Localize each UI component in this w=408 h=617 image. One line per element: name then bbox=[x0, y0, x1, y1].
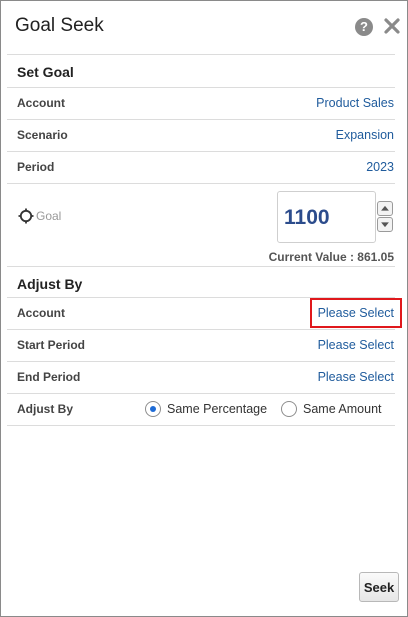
seek-button[interactable]: Seek bbox=[359, 572, 399, 602]
radio-selected-dot bbox=[150, 406, 156, 412]
divider bbox=[7, 266, 395, 267]
same-amount-radio[interactable] bbox=[281, 401, 297, 417]
divider bbox=[7, 183, 395, 184]
divider bbox=[7, 119, 395, 120]
goal-value: 1100 bbox=[284, 206, 330, 229]
divider bbox=[7, 361, 395, 362]
help-icon[interactable]: ? bbox=[355, 18, 373, 36]
end-period-select[interactable]: Please Select bbox=[318, 370, 394, 384]
current-value: Current Value : 861.05 bbox=[268, 250, 394, 264]
set-goal-account-value[interactable]: Product Sales bbox=[316, 96, 394, 110]
scenario-value[interactable]: Expansion bbox=[336, 128, 394, 142]
goal-seek-dialog: Goal Seek ? Set Goal Account Product Sal… bbox=[0, 0, 408, 617]
set-goal-heading: Set Goal bbox=[17, 64, 74, 80]
set-goal-account-label: Account bbox=[17, 96, 65, 110]
goal-label: Goal bbox=[36, 209, 62, 223]
same-percentage-radio[interactable] bbox=[145, 401, 161, 417]
divider bbox=[7, 329, 395, 330]
scenario-label: Scenario bbox=[17, 128, 68, 142]
adjust-account-select[interactable]: Please Select bbox=[318, 306, 394, 320]
decrement-button[interactable] bbox=[377, 217, 393, 232]
goal-input[interactable]: 1100 bbox=[277, 191, 376, 243]
period-value[interactable]: 2023 bbox=[366, 160, 394, 174]
divider bbox=[7, 151, 395, 152]
start-period-label: Start Period bbox=[17, 338, 86, 352]
divider bbox=[7, 54, 395, 55]
increment-button[interactable] bbox=[377, 201, 393, 216]
same-percentage-label[interactable]: Same Percentage bbox=[167, 402, 267, 416]
start-period-select[interactable]: Please Select bbox=[318, 338, 394, 352]
adjust-by-heading: Adjust By bbox=[17, 276, 83, 292]
divider bbox=[7, 425, 395, 426]
same-amount-label[interactable]: Same Amount bbox=[303, 402, 382, 416]
target-icon bbox=[18, 208, 34, 224]
close-icon[interactable] bbox=[382, 16, 402, 36]
dialog-title: Goal Seek bbox=[15, 15, 104, 36]
period-label: Period bbox=[17, 160, 55, 174]
end-period-label: End Period bbox=[17, 370, 81, 384]
adjust-account-label: Account bbox=[17, 306, 65, 320]
dialog-titlebar: Goal Seek ? bbox=[1, 1, 407, 53]
adjust-by-label: Adjust By bbox=[17, 402, 74, 416]
divider bbox=[7, 87, 395, 88]
divider bbox=[7, 393, 395, 394]
